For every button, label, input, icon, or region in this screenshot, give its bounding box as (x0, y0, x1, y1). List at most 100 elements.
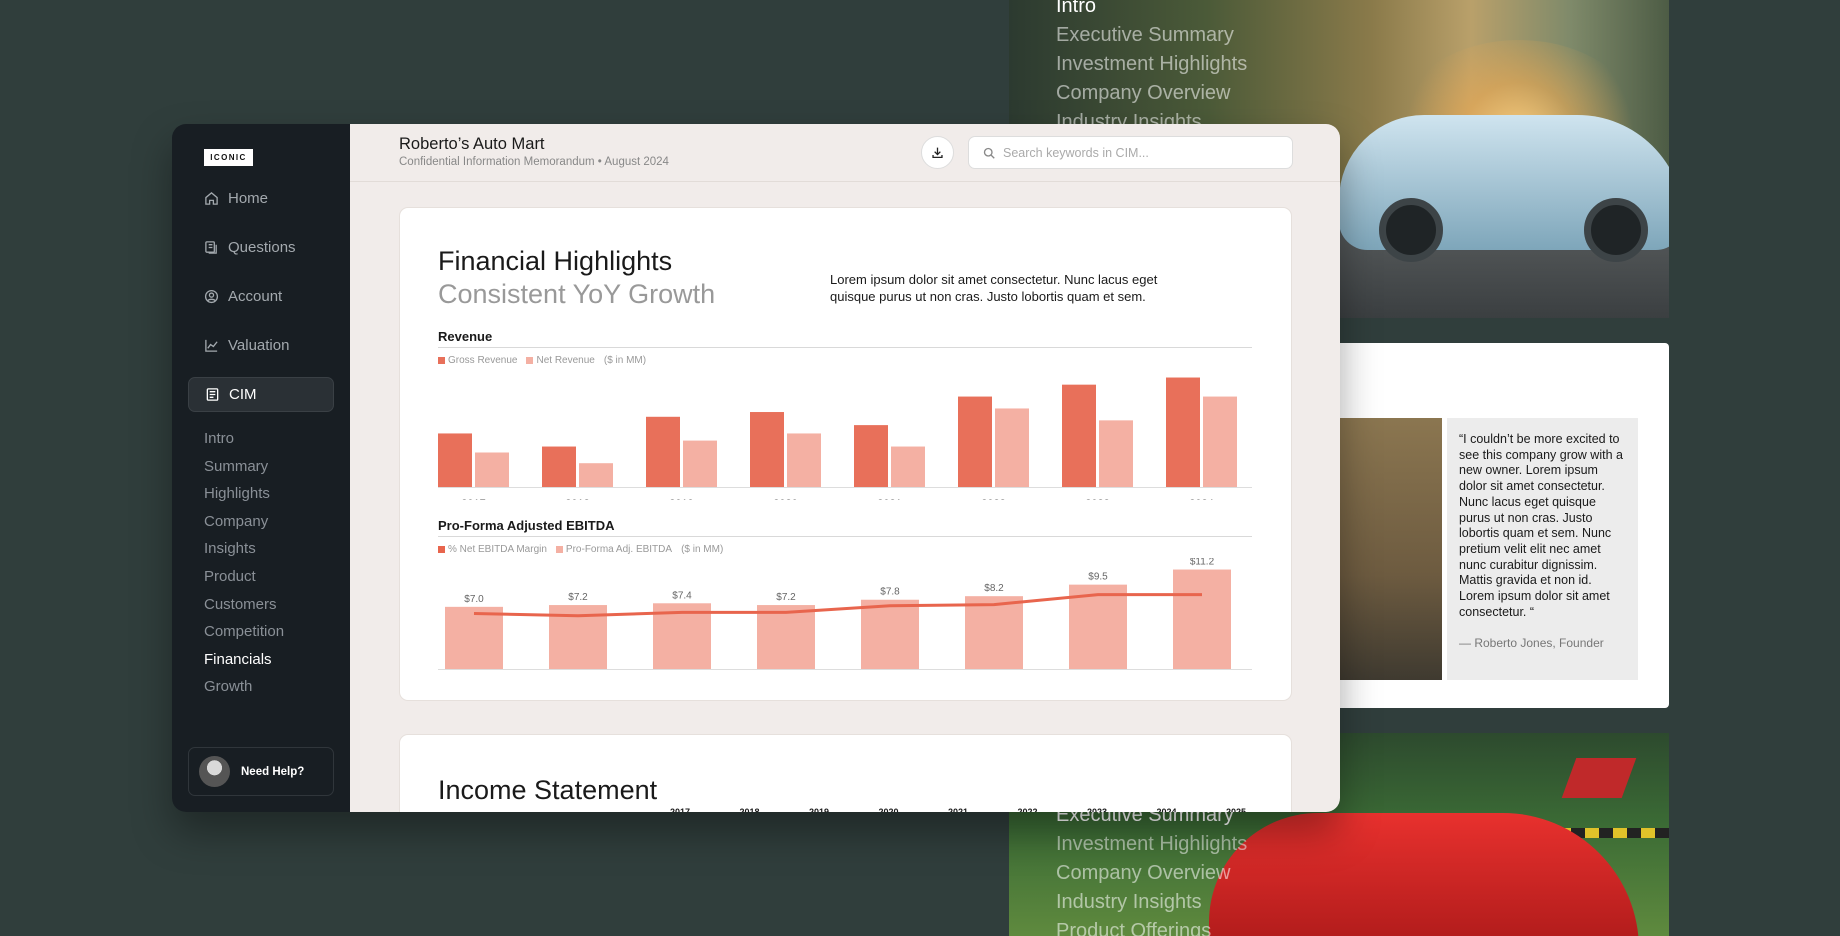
need-help-button[interactable]: Need Help? (188, 747, 334, 796)
account-icon (204, 289, 219, 304)
data-label: $7.2 (568, 592, 588, 603)
cim-section-company[interactable]: Company (204, 513, 284, 541)
ebitda-bar (757, 605, 815, 669)
car-wheel (1379, 198, 1443, 262)
legend-item: Pro-Forma Adj. EBITDA (565, 544, 673, 555)
sidebar-item-label: Home (228, 190, 269, 207)
ebitda-bar (861, 599, 919, 669)
legend-item: Net Revenue (536, 355, 595, 366)
sidebar-item-cim[interactable]: CIM (188, 377, 334, 412)
sidebar: ICONIC Home Questions Account Valuation … (172, 124, 350, 812)
cim-section-product[interactable]: Product (204, 568, 284, 596)
data-label: $7.0 (464, 594, 484, 605)
ebitda-legend: % Net EBITDA Margin Pro-Forma Adj. EBITD… (438, 544, 723, 555)
app-window: ICONIC Home Questions Account Valuation … (172, 124, 1340, 812)
card-description: Lorem ipsum dolor sit amet consectetur. … (830, 272, 1158, 304)
download-button[interactable] (921, 136, 954, 169)
toc-item: Intro (1056, 0, 1097, 17)
data-label: $7.8 (880, 587, 900, 598)
need-help-label: Need Help? (241, 765, 305, 778)
revenue-bar (854, 425, 888, 487)
cim-section-summary[interactable]: Summary (204, 458, 284, 486)
cim-section-intro[interactable]: Intro (204, 430, 284, 458)
toc-overlay-top: Intro Executive Summary Investment Highlig… (1056, 0, 1247, 137)
legend-item: % Net EBITDA Margin (448, 544, 547, 555)
toc-overlay-bottom: Executive Summary Investment Highlights Co… (1056, 801, 1247, 936)
legend-swatch (438, 546, 445, 553)
data-label: $7.4 (672, 590, 692, 601)
income-statement-title: Income Statement (438, 775, 658, 805)
revenue-bar (995, 408, 1029, 487)
revenue-bar (1099, 420, 1133, 487)
sidebar-item-label: CIM (229, 386, 257, 403)
legend-swatch (438, 357, 445, 364)
cim-section-highlights[interactable]: Highlights (204, 485, 284, 513)
revenue-legend: Gross Revenue Net Revenue ($ in MM) (438, 355, 646, 366)
sidebar-item-valuation[interactable]: Valuation (188, 328, 334, 363)
download-icon (932, 147, 943, 159)
financial-highlights-card: Financial Highlights Consistent YoY Grow… (399, 207, 1292, 701)
data-label: $9.5 (1088, 572, 1108, 583)
toc-item: Company Overview (1056, 862, 1231, 884)
revenue-bar (1062, 384, 1096, 487)
sidebar-item-label: Account (228, 288, 283, 305)
cim-section-growth[interactable]: Growth (204, 678, 284, 706)
cim-section-insights[interactable]: Insights (204, 540, 284, 568)
x-tick-label: 2024 (1189, 498, 1213, 500)
ebitda-bar (445, 606, 503, 669)
revenue-bar (958, 396, 992, 487)
year-header: 2018 (739, 807, 760, 812)
home-icon (205, 192, 218, 205)
revenue-bar (646, 416, 680, 487)
toc-item: Industry Insights (1056, 891, 1202, 913)
testimonial-quote: “I couldn’t be more excited to see this … (1459, 432, 1623, 619)
search-box[interactable] (968, 136, 1293, 169)
toc-item: Company Overview (1056, 82, 1231, 104)
revenue-bar (891, 446, 925, 487)
revenue-chart-title: Revenue (438, 329, 493, 344)
questions-icon (205, 241, 217, 254)
testimonial-author: — Roberto Jones, Founder (1459, 636, 1604, 651)
revenue-chart: 2017 2018 2019 2020 2021 2022 2023 2024 (438, 377, 1252, 500)
search-input[interactable] (1003, 145, 1273, 160)
logo: ICONIC (204, 149, 253, 166)
red-building (1561, 758, 1637, 798)
legend-units: ($ in MM) (603, 355, 647, 366)
year-header: 2021 (948, 807, 969, 812)
page-title: Roberto’s Auto Mart (399, 135, 545, 153)
x-tick-label: 2022 (981, 498, 1005, 500)
ebitda-chart-title: Pro-Forma Adjusted EBITDA (438, 518, 615, 533)
year-header: 2025 (1226, 807, 1247, 812)
cim-section-competition[interactable]: Competition (204, 623, 284, 651)
revenue-bar (1203, 396, 1237, 487)
cim-section-customers[interactable]: Customers (204, 596, 284, 624)
legend-item: Gross Revenue (448, 355, 518, 366)
x-tick-label: 2020 (773, 498, 797, 500)
sidebar-item-label: Questions (228, 239, 296, 256)
valuation-icon (205, 339, 218, 352)
legend-swatch (526, 357, 534, 364)
data-label: $7.2 (776, 592, 796, 603)
x-tick-label: 2023 (1085, 498, 1109, 500)
sidebar-nav: Home Questions Account Valuation CIM (188, 181, 334, 426)
sidebar-item-account[interactable]: Account (188, 279, 334, 314)
data-label: $8.2 (984, 583, 1004, 594)
cim-section-financials[interactable]: Financials (204, 651, 284, 679)
sidebar-item-label: Valuation (228, 337, 290, 354)
year-header: 2023 (1087, 807, 1108, 812)
revenue-bar (438, 433, 472, 487)
car-wheel (1584, 198, 1648, 262)
sidebar-item-home[interactable]: Home (188, 181, 334, 216)
avatar (199, 756, 230, 787)
x-tick-label: 2017 (461, 498, 485, 500)
sidebar-item-questions[interactable]: Questions (188, 230, 334, 265)
silver-sports-car (1339, 115, 1669, 262)
revenue-bar (1166, 377, 1200, 487)
legend-swatch (555, 546, 563, 553)
page-subtitle: Confidential Information Memorandum • Au… (399, 156, 669, 168)
ebitda-bar (965, 596, 1023, 669)
card-title: Financial Highlights (438, 246, 673, 276)
founder-photo (1339, 418, 1442, 680)
cim-section-list: Intro Summary Highlights Company Insight… (204, 430, 284, 706)
x-tick-label: 2021 (877, 498, 901, 500)
